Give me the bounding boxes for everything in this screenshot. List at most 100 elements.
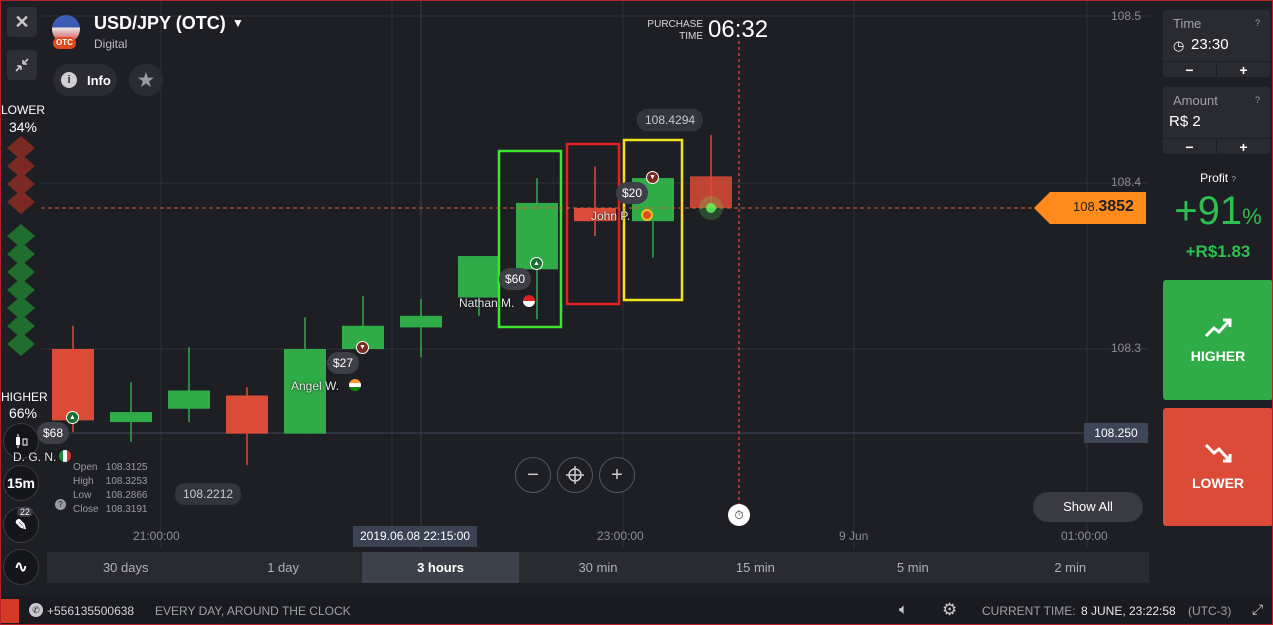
trend-down-icon bbox=[1204, 443, 1232, 463]
time-increase-button[interactable]: + bbox=[1217, 62, 1270, 78]
star-icon: ★ bbox=[137, 69, 155, 90]
help-icon[interactable]: ? bbox=[1255, 95, 1260, 105]
low-price-tag: 108.2212 bbox=[175, 483, 242, 505]
level-price-label: 108.250 bbox=[1084, 423, 1148, 443]
trader-name: D. G. N. bbox=[13, 450, 57, 464]
higher-sentiment-label: HIGHER bbox=[1, 390, 48, 404]
period-option[interactable]: 1 day bbox=[204, 552, 361, 583]
current-time-label: CURRENT TIME: bbox=[982, 604, 1076, 618]
fullscreen-icon[interactable]: ⤢ bbox=[1252, 601, 1263, 618]
amount-decrease-button[interactable]: − bbox=[1163, 139, 1217, 155]
minimize-button[interactable] bbox=[7, 50, 37, 80]
trade-amount: $68 bbox=[37, 422, 70, 444]
x-tick-label: 23:00:00 bbox=[597, 529, 644, 543]
close-button[interactable]: ✕ bbox=[7, 7, 37, 37]
info-icon: i bbox=[61, 72, 77, 88]
candles-icon bbox=[16, 434, 28, 448]
x-tick-label: 01:00:00 bbox=[1061, 529, 1108, 543]
flag-icon bbox=[59, 450, 71, 462]
ohlc-readout: Open 108.3125 High 108.3253 Low 108.2866… bbox=[73, 462, 148, 515]
period-option[interactable]: 2 min bbox=[992, 552, 1149, 583]
trader-name: John P. bbox=[591, 209, 631, 223]
higher-label: HIGHER bbox=[1190, 348, 1246, 364]
period-option-active[interactable]: 3 hours bbox=[361, 552, 520, 583]
crosshair-icon bbox=[566, 466, 584, 484]
indicator-count-badge: 22 bbox=[17, 507, 34, 517]
cursor-time-label: 2019.06.08 22:15:00 bbox=[353, 526, 478, 547]
time-decrease-button[interactable]: − bbox=[1163, 62, 1217, 78]
minus-icon: − bbox=[527, 463, 539, 486]
profit-amount: +R$1.83 bbox=[1185, 242, 1251, 261]
asset-selector[interactable]: USD/JPY (OTC) ▼ bbox=[94, 13, 249, 35]
timeframe-button[interactable]: 15m bbox=[3, 465, 39, 501]
pencil-icon: ✎ bbox=[14, 517, 28, 534]
high-price-tag: 108.4294 bbox=[637, 109, 704, 131]
volume-icon[interactable]: 🔈︎ bbox=[899, 601, 908, 618]
stopwatch-icon: ⏱ bbox=[728, 504, 750, 526]
y-tick-label: 108.3 bbox=[1111, 341, 1142, 355]
time-selector: Time ? ◷ 23:30 − + bbox=[1163, 10, 1270, 78]
amount-selector: Amount ? R$ 2 − + bbox=[1163, 87, 1270, 155]
trader-name: Angel W. bbox=[291, 379, 340, 393]
time-value[interactable]: 23:30 bbox=[1191, 36, 1229, 53]
lower-sentiment-label: LOWER bbox=[1, 103, 46, 117]
clock-icon: ◷ bbox=[1173, 38, 1185, 53]
trade-amount: $27 bbox=[327, 352, 360, 374]
zoom-in-button[interactable]: + bbox=[599, 457, 635, 493]
chevron-down-icon: ▼ bbox=[232, 16, 244, 30]
highlight-box-yellow bbox=[622, 138, 684, 302]
wave-icon: ∿ bbox=[14, 559, 28, 576]
indicators-button[interactable]: ∿ bbox=[3, 549, 39, 585]
x-tick-label: 9 Jun bbox=[839, 529, 869, 543]
higher-button[interactable]: HIGHER bbox=[1163, 280, 1272, 400]
amount-value[interactable]: R$ 2 bbox=[1169, 113, 1201, 130]
purchase-time-label: PURCHASE TIME bbox=[647, 19, 703, 42]
current-time-value: 8 JUNE, 23:22:58 bbox=[1081, 604, 1176, 618]
timeframe-value: 15m bbox=[6, 475, 36, 491]
help-icon[interactable]: ? bbox=[55, 499, 66, 510]
period-option[interactable]: 30 days bbox=[47, 552, 204, 583]
current-price-label: 108.3852 bbox=[1073, 198, 1134, 215]
footer-left-tab[interactable] bbox=[1, 599, 19, 623]
profit-percent: +91% bbox=[1174, 189, 1262, 233]
help-icon[interactable]: ? bbox=[1255, 18, 1260, 28]
collapse-icon bbox=[15, 58, 29, 72]
zoom-out-button[interactable]: − bbox=[515, 457, 551, 493]
period-option[interactable]: 5 min bbox=[834, 552, 991, 583]
down-arrow-icon: ▼ bbox=[356, 341, 369, 354]
trade-amount: $60 bbox=[499, 268, 532, 290]
close-icon: ✕ bbox=[14, 11, 30, 32]
footer-bar: ✆ +556135500638 EVERY DAY, AROUND THE CL… bbox=[1, 596, 1272, 624]
down-arrow-icon: ▼ bbox=[646, 171, 659, 184]
phone-icon: ✆ bbox=[29, 603, 43, 617]
asset-type: Digital bbox=[94, 37, 128, 51]
support-phone[interactable]: +556135500638 bbox=[47, 604, 134, 618]
up-arrow-icon: ▲ bbox=[66, 411, 79, 424]
higher-sentiment-pct: 66% bbox=[8, 405, 37, 421]
asset-name: USD/JPY (OTC) bbox=[94, 13, 226, 33]
up-arrow-icon: ▲ bbox=[530, 257, 543, 270]
highlight-box-red bbox=[565, 142, 621, 306]
y-tick-label: 108.4 bbox=[1111, 175, 1142, 189]
flag-icon bbox=[349, 379, 361, 391]
trend-up-icon bbox=[1204, 318, 1232, 338]
favorite-button[interactable]: ★ bbox=[129, 64, 163, 96]
info-button[interactable]: i Info bbox=[53, 64, 117, 96]
profit-label: Profit ? bbox=[1200, 171, 1236, 185]
amount-increase-button[interactable]: + bbox=[1217, 139, 1270, 155]
trader-name: Nathan M. bbox=[459, 296, 515, 310]
period-option[interactable]: 30 min bbox=[519, 552, 676, 583]
lower-label: LOWER bbox=[1191, 475, 1245, 491]
trade-amount: $20 bbox=[616, 182, 649, 204]
show-all-button[interactable]: Show All bbox=[1033, 492, 1143, 522]
info-label: Info bbox=[87, 72, 111, 88]
purchase-time-value: 06:32 bbox=[708, 16, 769, 43]
lower-sentiment-pct: 34% bbox=[8, 119, 37, 135]
flag-icon bbox=[641, 209, 653, 221]
settings-gear-icon[interactable]: ⚙ bbox=[942, 600, 957, 620]
lower-button[interactable]: LOWER bbox=[1163, 408, 1272, 526]
trading-screen: ✕ OTC USD/JPY (OTC) ▼ Digital i Info ★ P… bbox=[0, 0, 1273, 625]
otc-badge: OTC bbox=[53, 37, 76, 49]
reset-zoom-button[interactable] bbox=[557, 457, 593, 493]
period-option[interactable]: 15 min bbox=[677, 552, 834, 583]
